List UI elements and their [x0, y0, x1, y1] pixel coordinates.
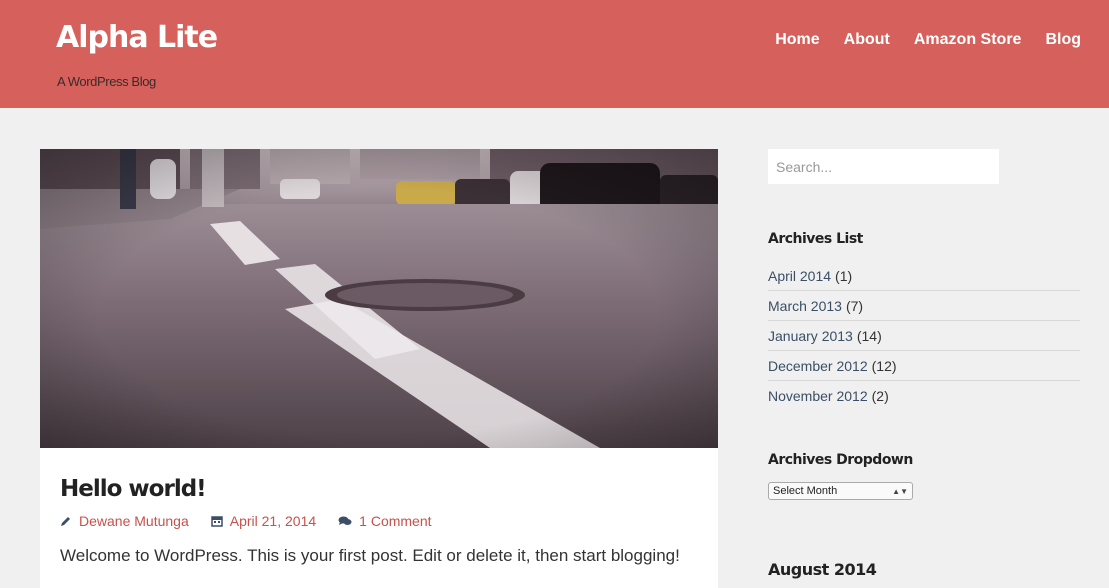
nav-item-about[interactable]: About: [844, 31, 890, 49]
main-nav: Home About Amazon Store Blog: [775, 31, 1081, 49]
post-author: Dewane Mutunga: [60, 513, 189, 529]
nav-item-home[interactable]: Home: [775, 31, 819, 49]
post-featured-image[interactable]: [40, 149, 718, 448]
select-value: Select Month: [773, 485, 838, 497]
post-date: April 21, 2014: [211, 513, 316, 529]
post-title[interactable]: Hello world!: [60, 476, 207, 502]
archive-count: (2): [871, 388, 889, 404]
select-arrows-icon: ▲▼: [892, 486, 908, 496]
archives-dropdown-title: Archives Dropdown: [768, 452, 913, 468]
post-comments: 1 Comment: [338, 513, 432, 529]
archive-count: (14): [856, 327, 882, 344]
comments-icon: [338, 515, 352, 527]
archive-link[interactable]: January 2013: [768, 328, 853, 344]
archive-link[interactable]: November 2012: [768, 388, 868, 404]
list-item: April 2014 (1): [768, 261, 1080, 291]
site-header: Alpha Lite A WordPress Blog Home About A…: [0, 0, 1109, 108]
list-item: March 2013 (7): [768, 291, 1080, 321]
site-tagline: A WordPress Blog: [57, 74, 156, 89]
post-meta: Dewane Mutunga April 21, 2014 1 Comment: [60, 513, 432, 529]
post-card: Hello world! Dewane Mutunga April 21, 20…: [40, 448, 718, 588]
comments-link[interactable]: 1 Comment: [359, 513, 431, 529]
archive-link[interactable]: December 2012: [768, 358, 868, 374]
nav-item-amazon-store[interactable]: Amazon Store: [914, 31, 1022, 49]
street-photo: [40, 149, 718, 448]
list-item: January 2013 (14): [768, 321, 1080, 351]
archive-count: (12): [871, 357, 897, 374]
list-item: December 2012 (12): [768, 351, 1080, 381]
pencil-icon: [60, 515, 72, 527]
archive-link[interactable]: April 2014: [768, 268, 831, 284]
search-input[interactable]: [768, 149, 999, 184]
nav-item-blog[interactable]: Blog: [1045, 31, 1081, 49]
post-excerpt: Welcome to WordPress. This is your first…: [60, 546, 680, 565]
archive-count: (7): [845, 297, 864, 314]
archives-list-title: Archives List: [768, 231, 863, 247]
archive-count: (1): [835, 267, 853, 284]
site-title[interactable]: Alpha Lite: [56, 20, 218, 55]
calendar-title: August 2014: [768, 560, 877, 579]
archives-list: April 2014 (1) March 2013 (7) January 2013…: [768, 261, 1080, 411]
author-link[interactable]: Dewane Mutunga: [79, 513, 189, 529]
archive-link[interactable]: March 2013: [768, 298, 842, 314]
archives-month-select[interactable]: Select Month ▲▼: [768, 482, 913, 500]
calendar-icon: [211, 515, 223, 527]
date-link[interactable]: April 21, 2014: [230, 513, 316, 529]
list-item: November 2012 (2): [768, 381, 1080, 411]
